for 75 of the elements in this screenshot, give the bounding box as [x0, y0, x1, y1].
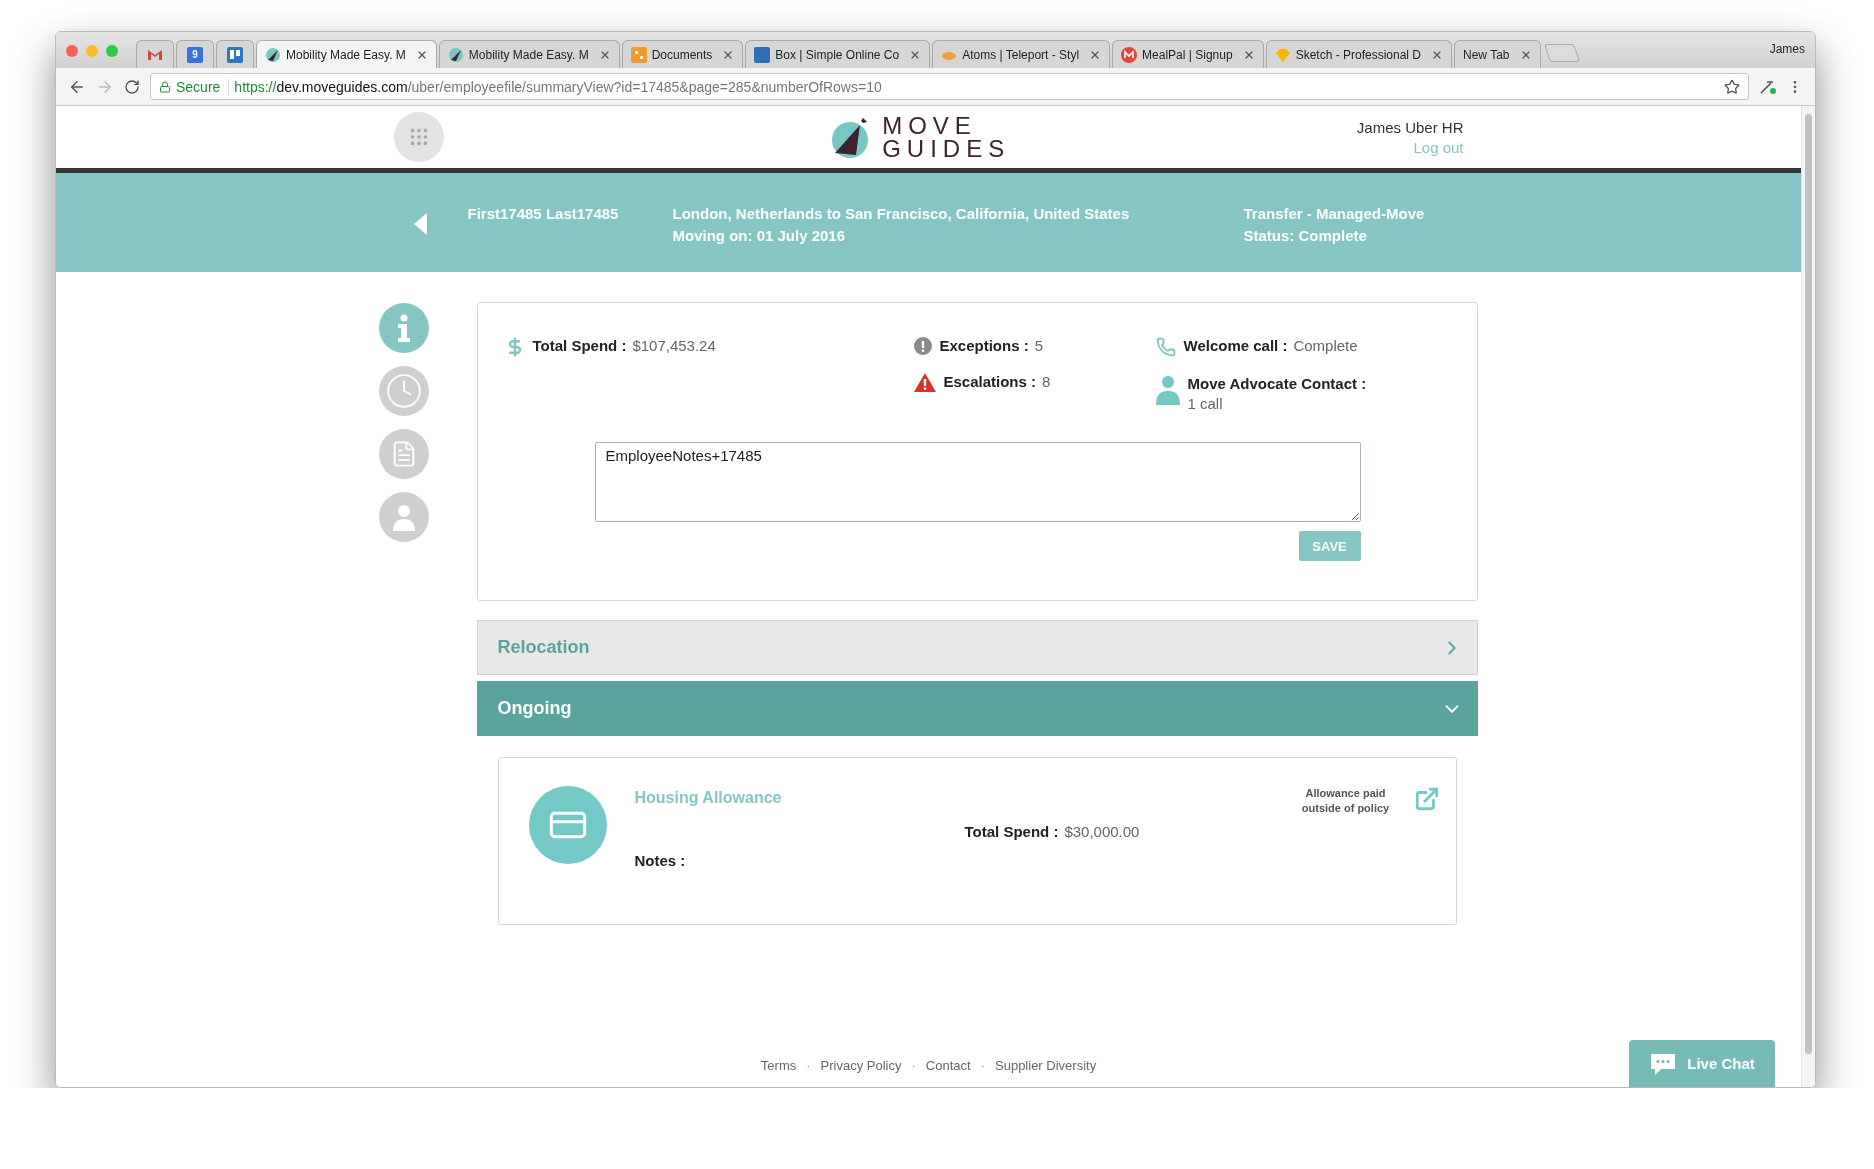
tab-title: Documents [651, 47, 713, 62]
stat-value: 5 [1034, 337, 1044, 354]
chat-icon [1649, 1051, 1678, 1076]
grid-icon [630, 46, 647, 63]
clock-icon [384, 372, 423, 410]
stat-label: Welcome call : [1183, 337, 1288, 354]
tab-title: New Tab [1463, 47, 1510, 62]
box-icon [754, 46, 771, 63]
browser-tab[interactable]: Mobility Made Easy. M [256, 40, 437, 68]
footer-link[interactable]: Contact [925, 1058, 971, 1073]
user-name: James Uber HR [1356, 118, 1464, 136]
circle-icon [1121, 46, 1138, 63]
stat-value: $107,453.24 [632, 337, 716, 354]
browser-tab[interactable]: Box | Simple Online Co [745, 40, 931, 68]
separator: · [980, 1058, 985, 1073]
separator: · [806, 1058, 811, 1073]
person-icon [1155, 375, 1180, 405]
move-date: Moving on: 01 July 2016 [672, 227, 847, 244]
extension-icon[interactable] [1759, 78, 1777, 95]
url-text: https://dev.moveguides.com/uber/employeefile/summaryView?id=17485&page=285&numberOfRows=10 [234, 78, 882, 95]
tab-title: Atoms | Teleport - Styl [962, 47, 1080, 62]
total-spend-value: $30,000.00 [1064, 823, 1140, 840]
tab-title: Box | Simple Online Co [775, 47, 900, 62]
browser-tab[interactable]: Documents [621, 40, 744, 68]
browser-tab[interactable]: New Tab [1454, 40, 1541, 68]
logo-icon [265, 46, 281, 63]
gem-icon [1274, 46, 1291, 63]
browser-tab[interactable]: 9 [176, 40, 214, 68]
move-status: Status: Complete [1243, 227, 1368, 244]
browser-tab[interactable] [216, 40, 254, 68]
lock-icon [159, 80, 171, 93]
scrollbar-thumb[interactable] [1805, 114, 1812, 1054]
move-route: London, Netherlands to San Francisco, California, United States [672, 205, 1131, 222]
policy-note: Allowance paid outside of policy [1300, 786, 1391, 816]
reload-icon[interactable] [124, 78, 140, 95]
tab-title: Sketch - Professional D [1295, 47, 1421, 62]
tab-title: Mobility Made Easy. M [286, 47, 406, 62]
stat-value: Complete [1293, 337, 1358, 354]
employee-name: First17485 Last17485 [467, 205, 620, 222]
separator: · [911, 1058, 916, 1073]
total-spend-label: Total Spend : [964, 823, 1059, 840]
secure-label: Secure [176, 78, 230, 95]
calendar-icon: 9 [187, 46, 203, 63]
browser-tab[interactable]: Sketch - Professional D [1265, 40, 1452, 68]
info-icon [396, 314, 411, 342]
notes-field[interactable]: EmployeeNotes+17485 [594, 442, 1361, 522]
warning-icon [913, 373, 936, 392]
move-type: Transfer - Managed-Move [1243, 205, 1426, 222]
person-icon [391, 503, 416, 531]
tab-title: Mobility Made Easy. M [468, 47, 589, 62]
stat-value: 1 call [1187, 395, 1224, 412]
browser-tab[interactable]: Atoms | Teleport - Styl [932, 40, 1111, 68]
browser-tab[interactable]: Mobility Made Easy. M [438, 40, 620, 68]
footer-link[interactable]: Supplier Diversity [995, 1058, 1097, 1073]
phone-icon [1155, 337, 1176, 357]
apps-button[interactable] [393, 112, 444, 162]
star-icon[interactable] [1724, 78, 1740, 95]
notes-label: Notes : [634, 852, 687, 869]
logo-icon [447, 46, 464, 63]
address-bar[interactable]: Secure https://dev.moveguides.com/uber/employeefile/summaryView?id=17485&page=285&numberOfRows=10 [150, 73, 1749, 100]
footer-link[interactable]: Privacy Policy [820, 1058, 902, 1073]
stat-label: Escalations : [943, 373, 1037, 390]
profile-name[interactable]: James [1769, 42, 1805, 56]
browser-tab[interactable]: MealPal | Signup [1112, 40, 1264, 68]
stat-label: Move Advocate Contact : [1187, 375, 1367, 392]
board-icon [227, 46, 243, 63]
stat-value: 8 [1042, 373, 1051, 390]
exclamation-icon [913, 337, 932, 355]
stat-label: Exceptions : [939, 337, 1029, 354]
logo-text: MOVE [882, 114, 978, 137]
tab-title: MealPal | Signup [1142, 47, 1233, 62]
footer-link[interactable]: Terms [760, 1058, 797, 1073]
stat-label: Total Spend : [532, 337, 627, 354]
browser-tab[interactable] [136, 40, 174, 68]
logo-text: GUIDES [882, 137, 1011, 160]
